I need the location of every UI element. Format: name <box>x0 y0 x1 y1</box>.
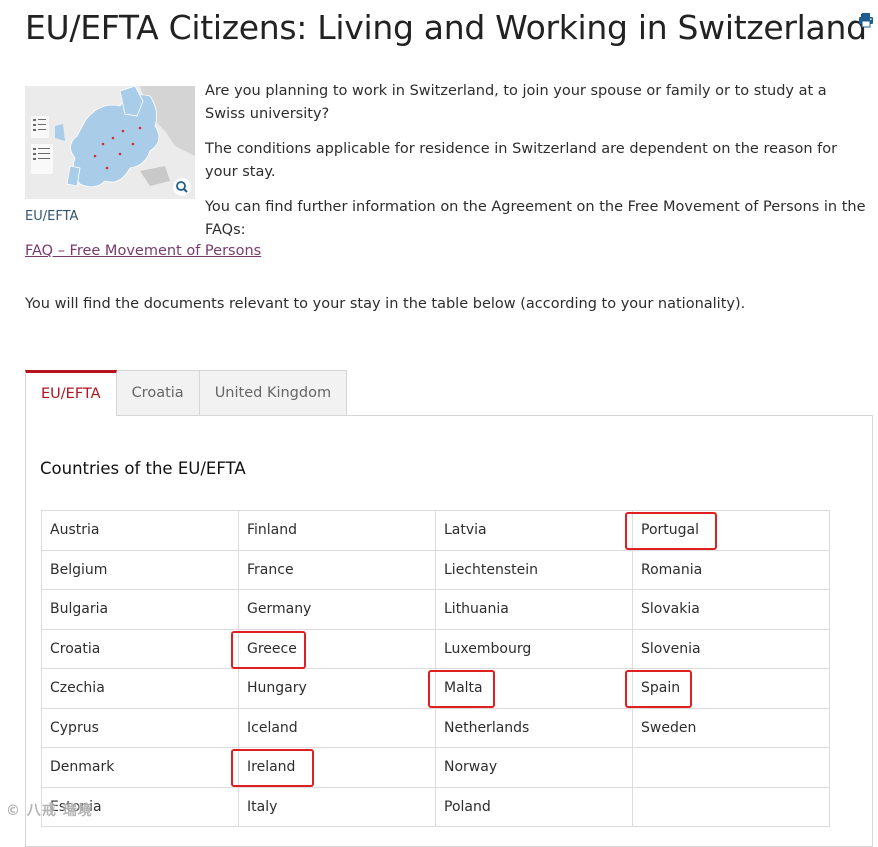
country-cell: Greece <box>231 628 436 669</box>
country-name: France <box>247 561 294 578</box>
table-row: Austria Finland Latvia Portugal <box>41 510 830 551</box>
country-cell: Italy <box>238 786 436 827</box>
intro-paragraph: You can find further information on the … <box>205 199 866 238</box>
country-name: Belgium <box>50 561 108 578</box>
table-row: Croatia Greece Luxembourg Slovenia <box>41 628 830 669</box>
country-cell: Croatia <box>41 628 239 669</box>
country-cell: Slovakia <box>632 589 830 630</box>
country-cell: Sweden <box>632 707 830 748</box>
eu-efta-map-image[interactable] <box>25 86 195 199</box>
country-name: Bulgaria <box>50 601 109 618</box>
print-icon[interactable] <box>858 12 874 28</box>
country-name: Luxembourg <box>444 640 532 657</box>
table-row: Denmark Ireland Norway <box>41 747 830 788</box>
country-cell: Denmark <box>41 747 239 788</box>
table-row: Bulgaria Germany Lithuania Slovakia <box>41 589 830 630</box>
country-cell: Finland <box>238 510 436 551</box>
country-cell: Bulgaria <box>41 589 239 630</box>
intro-paragraph: The conditions applicable for residence … <box>205 141 838 180</box>
country-name: Slovenia <box>641 640 701 657</box>
map-caption: EU/EFTA <box>25 209 79 224</box>
country-name: Latvia <box>444 522 487 539</box>
panel-title: Countries of the EU/EFTA <box>40 459 246 478</box>
country-name: Lithuania <box>444 601 509 618</box>
country-cell: Cyprus <box>41 707 239 748</box>
country-cell: France <box>238 549 436 590</box>
country-cell: Spain <box>625 668 830 709</box>
highlight-box <box>428 670 495 708</box>
tab-croatia[interactable]: Croatia <box>115 370 200 416</box>
country-name: Denmark <box>50 759 115 776</box>
country-cell: Liechtenstein <box>435 549 633 590</box>
table-row: Estonia Italy Poland <box>41 786 830 827</box>
country-name: Germany <box>247 601 312 618</box>
country-cell: Iceland <box>238 707 436 748</box>
highlight-box <box>231 749 314 787</box>
country-cell: Latvia <box>435 510 633 551</box>
country-cell: Norway <box>435 747 633 788</box>
country-cell: Ireland <box>231 747 436 788</box>
country-cell: Austria <box>41 510 239 551</box>
tab-eu-efta[interactable]: EU/EFTA <box>25 370 117 416</box>
country-name: Slovakia <box>641 601 700 618</box>
country-name: Croatia <box>50 640 101 657</box>
country-cell: Lithuania <box>435 589 633 630</box>
country-name: Finland <box>247 522 298 539</box>
country-name: Iceland <box>247 719 298 736</box>
country-name: Hungary <box>247 680 307 697</box>
country-name: Italy <box>247 798 278 815</box>
country-name: Norway <box>444 759 498 776</box>
country-cell: Belgium <box>41 549 239 590</box>
europe-map-graphic <box>25 86 195 199</box>
watermark: © 八戒 瑞境 <box>6 803 93 819</box>
country-name: Czechia <box>50 680 105 697</box>
country-name: Liechtenstein <box>444 561 539 578</box>
intro-paragraph: Are you planning to work in Switzerland,… <box>205 83 827 122</box>
highlight-box <box>231 630 306 669</box>
country-cell: Luxembourg <box>435 628 633 669</box>
countries-table: Austria Finland Latvia Portugal Belgium Franc… <box>41 510 830 827</box>
country-name: Austria <box>50 522 100 539</box>
highlight-box <box>625 670 692 708</box>
country-cell: Hungary <box>238 668 436 709</box>
empty-cell <box>632 747 830 788</box>
tab-united-kingdom[interactable]: United Kingdom <box>198 370 348 416</box>
country-cell: Poland <box>435 786 633 827</box>
country-name: Netherlands <box>444 719 530 736</box>
table-row: Belgium France Liechtenstein Romania <box>41 549 830 590</box>
country-cell: Slovenia <box>632 628 830 669</box>
empty-cell <box>632 786 830 827</box>
tab-panel: Countries of the EU/EFTA Austria Finland L… <box>25 415 873 847</box>
country-cell: Germany <box>238 589 436 630</box>
country-name: Romania <box>641 561 703 578</box>
country-name: Sweden <box>641 719 697 736</box>
country-name: Cyprus <box>50 719 99 736</box>
country-cell: Netherlands <box>435 707 633 748</box>
table-row: Czechia Hungary Malta Spain <box>41 668 830 709</box>
faq-link[interactable]: FAQ – Free Movement of Persons <box>25 243 261 259</box>
documents-note: You will find the documents relevant to … <box>25 296 746 312</box>
intro-text: Are you planning to work in Switzerland,… <box>205 80 870 254</box>
country-cell: Romania <box>632 549 830 590</box>
nationality-tabs: EU/EFTA Croatia United Kingdom <box>25 370 348 416</box>
country-cell: Czechia <box>41 668 239 709</box>
page-title: EU/EFTA Citizens: Living and Working in … <box>25 8 867 47</box>
country-cell: Portugal <box>625 510 830 551</box>
highlight-box <box>625 512 717 550</box>
country-cell: Malta <box>428 668 633 709</box>
table-row: Cyprus Iceland Netherlands Sweden <box>41 707 830 748</box>
country-name: Poland <box>444 798 491 815</box>
